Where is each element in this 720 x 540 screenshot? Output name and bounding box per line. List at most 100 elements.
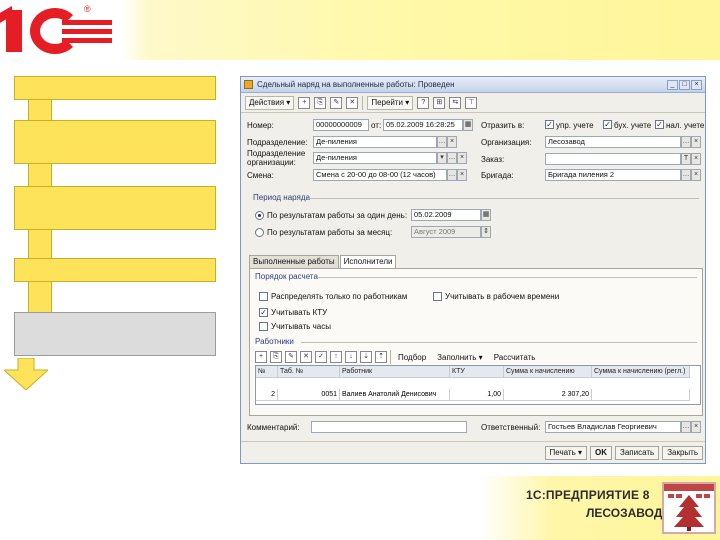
cell-amount: 2 307,20 (504, 389, 592, 401)
comment-field[interactable] (311, 421, 467, 433)
org-clear-icon[interactable]: × (691, 136, 701, 148)
maximize-button[interactable]: □ (679, 79, 690, 90)
worker-copy-icon[interactable]: ⎘ (270, 351, 282, 363)
reflect-tax-label: нал. учете (666, 121, 705, 130)
selection-button[interactable]: Подбор (394, 350, 430, 364)
slide: ® Сдельный наряд на выполненные работы: … (0, 0, 720, 540)
fill-button[interactable]: Заполнить ▾ (433, 350, 487, 364)
number-field[interactable]: 00000000009 (313, 119, 369, 131)
brigade-field[interactable]: Бригада пиления 2 (545, 169, 681, 181)
col-ktu[interactable]: КТУ (450, 366, 504, 378)
edit-icon[interactable]: ✎ (330, 96, 343, 109)
reflect-management-checkbox[interactable]: ✓ (545, 120, 554, 129)
responsible-clear-icon[interactable]: × (691, 421, 701, 433)
calculate-button[interactable]: Рассчитать (490, 350, 540, 364)
reflect-management-label: упр. учете (556, 121, 594, 130)
ktu-checkbox[interactable]: ✓ (259, 308, 268, 317)
flow-connector-3 (28, 230, 52, 258)
actions-menu[interactable]: Действия ▾ (245, 95, 295, 110)
brand-line-2: ЛЕСОЗАВОД (586, 506, 663, 520)
move-down-icon[interactable]: ↓ (345, 351, 357, 363)
period-month-label: По результатам работы за месяц: (267, 228, 393, 237)
order-clear-icon[interactable]: × (691, 153, 701, 165)
hours-checkbox[interactable] (259, 322, 268, 331)
reflect-tax-checkbox[interactable]: ✓ (655, 120, 664, 129)
division-field[interactable]: Де-пиления (313, 136, 437, 148)
org-select-icon[interactable]: … (681, 136, 691, 148)
tree-icon[interactable]: ⊤ (465, 96, 478, 109)
period-day-field[interactable]: 05.02.2009 (411, 209, 481, 221)
shift-select-icon[interactable]: … (447, 169, 457, 181)
calendar-icon[interactable]: ▦ (463, 119, 473, 131)
workers-toolbar-separator (390, 350, 391, 364)
org-division-select-icon[interactable]: … (447, 152, 457, 164)
move-icon[interactable]: ⇆ (449, 96, 462, 109)
title-bar[interactable]: Сдельный наряд на выполненные работы: Пр… (241, 77, 705, 93)
sort-desc-icon[interactable]: ⇡ (375, 351, 387, 363)
tab-completed-work[interactable]: Выполненные работы (249, 255, 339, 268)
org-division-field[interactable]: Де-пиления (313, 152, 437, 164)
sort-asc-icon[interactable]: ⇣ (360, 351, 372, 363)
structure-icon[interactable]: ⊞ (433, 96, 446, 109)
add-icon[interactable]: + (298, 96, 311, 109)
responsible-select-icon[interactable]: … (681, 421, 691, 433)
period-month-field[interactable]: Август 2009 (411, 226, 481, 238)
worktime-label: Учитывать в рабочем времени (445, 292, 560, 301)
delete-icon[interactable]: ✕ (346, 96, 359, 109)
org-field[interactable]: Лесозавод (545, 136, 681, 148)
responsible-field[interactable]: Гостьев Владислав Георгиевич (545, 421, 681, 433)
order-type-icon[interactable]: T (681, 153, 691, 165)
distribute-checkbox[interactable] (259, 292, 268, 301)
goto-menu[interactable]: Перейти ▾ (367, 95, 414, 110)
goto-label: Перейти (371, 98, 404, 107)
brigade-clear-icon[interactable]: × (691, 169, 701, 181)
reflect-label: Отразить в: (481, 121, 525, 130)
sawmill-tree-icon (662, 482, 716, 534)
order-field[interactable] (545, 153, 681, 165)
col-amount[interactable]: Сумма к начислению (504, 366, 592, 378)
period-month-radio[interactable] (255, 228, 264, 237)
help-icon[interactable]: ? (417, 96, 430, 109)
date-field[interactable]: 05.02.2009 16:28:25 (383, 119, 463, 131)
col-number[interactable]: № (256, 366, 278, 378)
save-button[interactable]: Записать (615, 445, 660, 460)
org-division-clear-icon[interactable]: × (457, 152, 467, 164)
shift-clear-icon[interactable]: × (457, 169, 467, 181)
close-button[interactable]: Закрыть (662, 445, 703, 460)
org-division-dropdown-icon[interactable]: ▾ (437, 152, 447, 164)
worker-delete-icon[interactable]: ✕ (300, 351, 312, 363)
period-divider (307, 198, 699, 199)
table-row[interactable]: 2 0051 Валиев Анатолий Денисович 1,00 2 … (256, 389, 700, 401)
document-icon (244, 80, 253, 89)
workers-title: Работники (255, 337, 294, 346)
shift-field[interactable]: Смена с 20-00 до 08-00 (12 часов) (313, 169, 447, 181)
ktu-label: Учитывать КТУ (271, 308, 328, 317)
button-bar: Печать ▾ OK Записать Закрыть (241, 441, 705, 463)
col-tab-number[interactable]: Таб. № (278, 366, 340, 378)
col-amount-reg[interactable]: Сумма к начислению (регл.) (592, 366, 690, 378)
worktime-checkbox[interactable] (433, 292, 442, 301)
division-select-icon[interactable]: … (437, 136, 447, 148)
worker-end-edit-icon[interactable]: ✓ (315, 351, 327, 363)
flow-arrow-down-icon (4, 358, 48, 390)
print-button[interactable]: Печать ▾ (544, 445, 587, 460)
tab-performers[interactable]: Исполнители (339, 255, 397, 268)
document-window: Сдельный наряд на выполненные работы: Пр… (240, 76, 706, 464)
period-day-radio[interactable] (255, 211, 264, 220)
table-header: № Таб. № Работник КТУ Сумма к начислению… (256, 366, 700, 378)
copy-icon[interactable]: ⎘ (314, 96, 327, 109)
minimize-button[interactable]: _ (667, 79, 678, 90)
worker-edit-icon[interactable]: ✎ (285, 351, 297, 363)
division-clear-icon[interactable]: × (447, 136, 457, 148)
col-worker[interactable]: Работник (340, 366, 450, 378)
period-month-spin-icon[interactable]: ⇕ (481, 226, 491, 238)
brigade-select-icon[interactable]: … (681, 169, 691, 181)
flow-connector-4 (28, 282, 52, 312)
ok-button[interactable]: OK (590, 445, 612, 460)
period-day-calendar-icon[interactable]: ▦ (481, 209, 491, 221)
close-window-button[interactable]: × (691, 79, 702, 90)
move-up-icon[interactable]: ↑ (330, 351, 342, 363)
worker-add-icon[interactable]: + (255, 351, 267, 363)
flow-box-3 (14, 186, 216, 230)
reflect-accounting-checkbox[interactable]: ✓ (603, 120, 612, 129)
